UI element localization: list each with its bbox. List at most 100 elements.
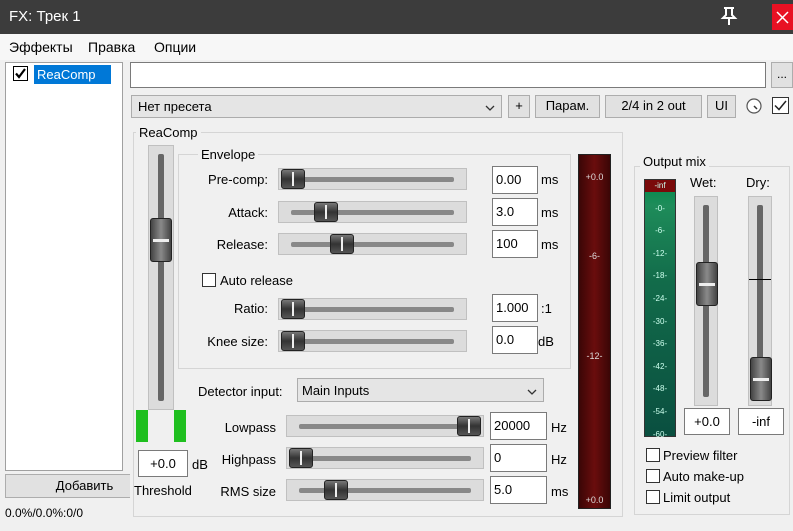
precomp-slider-thumb[interactable] — [281, 169, 305, 189]
output-meter-label: -12- — [652, 248, 668, 258]
threshold-slider[interactable] — [148, 145, 174, 410]
plugin-panel: ReaComp +0.0 dB Threshold Envelope Pre-c… — [130, 125, 793, 531]
menu-effects[interactable]: Эффекты — [9, 39, 73, 55]
menu-edit[interactable]: Правка — [88, 39, 135, 55]
preset-value: Нет пресета — [138, 99, 212, 114]
output-meter: -inf -0- -6- -12- -18- -24- -30- -36- -42- -48- -5… — [644, 179, 676, 439]
dry-zero-mark — [749, 279, 771, 280]
preset-select[interactable]: Нет пресета — [131, 95, 502, 118]
output-meter-label: -60- — [652, 429, 668, 439]
gr-meter-mid1-label: -6- — [589, 251, 600, 261]
menu-options[interactable]: Опции — [154, 39, 196, 55]
output-meter-label: -6- — [655, 226, 665, 236]
highpass-slider[interactable] — [286, 447, 484, 469]
precomp-label: Pre-comp: — [208, 172, 268, 187]
close-button[interactable] — [772, 4, 793, 30]
threshold-value[interactable]: +0.0 — [138, 450, 188, 477]
output-meter-label: -30- — [652, 316, 668, 326]
browse-button[interactable]: ... — [771, 62, 793, 88]
gr-meter-mid2-label: -12- — [586, 351, 603, 361]
preview-filter-checkbox[interactable] — [646, 448, 660, 462]
release-unit: ms — [541, 237, 559, 252]
output-mix-title: Output mix — [640, 154, 709, 169]
lowpass-slider-thumb[interactable] — [457, 416, 481, 436]
precomp-value[interactable]: 0.00 — [492, 166, 538, 194]
limit-output-checkbox[interactable] — [646, 490, 660, 504]
add-preset-button[interactable]: + — [508, 95, 530, 118]
fx-enable-checkbox[interactable] — [13, 66, 28, 81]
highpass-value[interactable]: 0 — [490, 444, 547, 472]
threshold-slider-thumb[interactable] — [150, 218, 172, 262]
cpu-status: 0.0%/0.0%:0/0 — [5, 506, 84, 520]
dry-label: Dry: — [746, 175, 770, 190]
attack-unit: ms — [541, 205, 559, 220]
routing-button[interactable]: 2/4 in 2 out — [605, 95, 702, 118]
release-value[interactable]: 100 — [492, 230, 538, 258]
output-meter-label: -48- — [652, 384, 668, 394]
rms-slider[interactable] — [286, 479, 484, 501]
fx-list-item[interactable]: ReaComp — [34, 65, 111, 84]
auto-makeup-label: Auto make-up — [663, 469, 744, 484]
dry-slider-thumb[interactable] — [750, 357, 772, 401]
knee-label: Knee size: — [207, 334, 268, 349]
title-bar: FX: Трек 1 — [0, 0, 793, 34]
highpass-unit: Hz — [551, 452, 567, 467]
ratio-unit: :1 — [541, 301, 552, 316]
release-label: Release: — [216, 237, 268, 252]
fx-name-input[interactable] — [130, 62, 766, 88]
gr-meter-bottom-label: +0.0 — [585, 495, 604, 505]
knee-value[interactable]: 0.0 — [492, 326, 538, 354]
chevron-down-icon — [485, 101, 495, 111]
limit-output-label: Limit output — [663, 490, 731, 505]
ratio-slider-thumb[interactable] — [281, 299, 305, 319]
knee-slider-thumb[interactable] — [281, 331, 305, 351]
lowpass-unit: Hz — [551, 420, 567, 435]
menu-bar: Эффекты Правка Опции — [0, 34, 793, 60]
lowpass-label: Lowpass — [224, 420, 276, 435]
auto-makeup-checkbox[interactable] — [646, 469, 660, 483]
rms-value[interactable]: 5.0 — [490, 476, 547, 504]
knee-slider[interactable] — [278, 330, 467, 352]
rms-slider-thumb[interactable] — [324, 480, 348, 500]
lowpass-slider[interactable] — [286, 415, 484, 437]
attack-value[interactable]: 3.0 — [492, 198, 538, 226]
wet-value[interactable]: +0.0 — [684, 408, 730, 435]
output-meter-label: -54- — [652, 407, 668, 416]
precomp-slider[interactable] — [278, 168, 467, 190]
dry-slider[interactable] — [748, 196, 772, 406]
lowpass-value[interactable]: 20000 — [490, 412, 547, 440]
release-slider[interactable] — [278, 233, 467, 255]
attack-slider-thumb[interactable] — [314, 202, 338, 222]
rms-label: RMS size — [220, 484, 276, 499]
wet-knob-icon[interactable] — [745, 97, 763, 115]
window-title: FX: Трек 1 — [9, 8, 81, 25]
params-button[interactable]: Парам. — [535, 95, 600, 118]
fx-chain-list[interactable]: ReaComp — [5, 62, 123, 471]
highpass-label: Highpass — [221, 452, 276, 467]
gain-reduction-meter: +0.0 -6- -12- +0.0 — [578, 154, 611, 509]
wet-slider[interactable] — [694, 196, 718, 406]
detector-select[interactable]: Main Inputs — [297, 378, 544, 402]
detector-label: Detector input: — [198, 384, 283, 399]
output-meter-label: -42- — [652, 361, 668, 371]
threshold-meter-left — [136, 410, 148, 442]
output-meter-label: -18- — [652, 271, 668, 281]
chevron-down-icon — [527, 385, 537, 400]
ratio-slider[interactable] — [278, 298, 467, 320]
auto-release-checkbox[interactable] — [202, 273, 216, 287]
envelope-title: Envelope — [198, 147, 259, 162]
wet-slider-thumb[interactable] — [696, 262, 718, 306]
pin-icon[interactable] — [719, 5, 739, 27]
release-slider-thumb[interactable] — [330, 234, 354, 254]
dry-value[interactable]: -inf — [738, 408, 784, 435]
detector-value: Main Inputs — [302, 383, 370, 398]
ui-toggle-checkbox[interactable] — [772, 97, 789, 114]
ratio-value[interactable]: 1.000 — [492, 294, 538, 322]
highpass-slider-thumb[interactable] — [289, 448, 313, 468]
plugin-title: ReaComp — [136, 125, 201, 140]
precomp-unit: ms — [541, 172, 559, 187]
ui-button[interactable]: UI — [707, 95, 736, 118]
output-meter-label: -24- — [652, 294, 668, 303]
auto-release-label: Auto release — [220, 273, 293, 288]
attack-slider[interactable] — [278, 201, 467, 223]
